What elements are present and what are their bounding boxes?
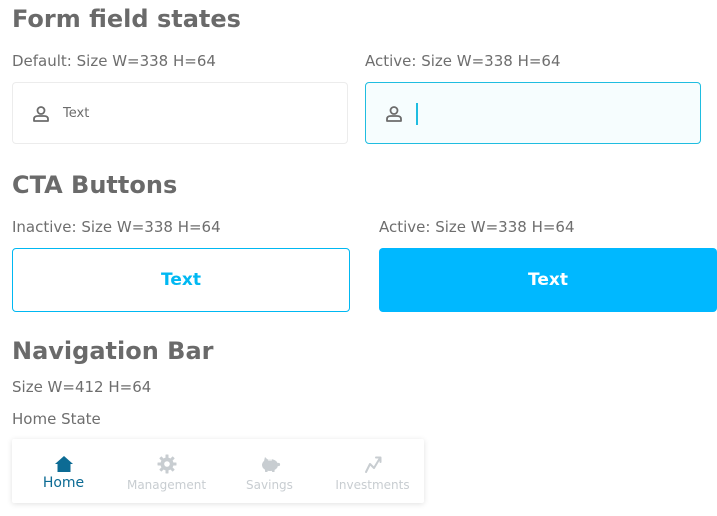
text-caret xyxy=(416,103,418,125)
nav-item-home[interactable]: Home xyxy=(12,439,115,503)
trend-up-icon xyxy=(362,453,384,475)
piggy-bank-icon xyxy=(259,453,281,475)
nav-label-home: Home xyxy=(42,475,85,491)
gear-icon xyxy=(156,453,178,475)
default-field-caption: Default: Size W=338 H=64 xyxy=(12,52,216,70)
inactive-button-caption: Inactive: Size W=338 H=64 xyxy=(12,218,221,236)
nav-item-savings[interactable]: Savings xyxy=(218,439,321,503)
text-field-default[interactable]: Text xyxy=(12,82,348,144)
active-field-caption: Active: Size W=338 H=64 xyxy=(365,52,561,70)
nav-item-management[interactable]: Management xyxy=(115,439,218,503)
navigation-bar: Home Management Savings Investments xyxy=(12,439,424,503)
user-icon xyxy=(385,105,403,123)
form-states-title: Form field states xyxy=(12,5,241,33)
field-placeholder: Text xyxy=(63,106,90,121)
user-icon xyxy=(32,105,50,123)
text-field-active[interactable] xyxy=(365,82,701,144)
nav-label-management: Management xyxy=(126,478,207,492)
cta-buttons-title: CTA Buttons xyxy=(12,171,178,199)
nav-item-investments[interactable]: Investments xyxy=(321,439,424,503)
cta-button-inactive[interactable]: Text xyxy=(12,248,350,312)
cta-button-active[interactable]: Text xyxy=(379,248,717,312)
nav-label-investments: Investments xyxy=(335,478,410,492)
navigation-bar-title: Navigation Bar xyxy=(12,337,214,365)
nav-size-caption: Size W=412 H=64 xyxy=(12,378,152,396)
nav-label-savings: Savings xyxy=(246,478,293,492)
active-button-caption: Active: Size W=338 H=64 xyxy=(379,218,575,236)
home-icon xyxy=(53,453,75,475)
nav-state-caption: Home State xyxy=(12,410,101,428)
